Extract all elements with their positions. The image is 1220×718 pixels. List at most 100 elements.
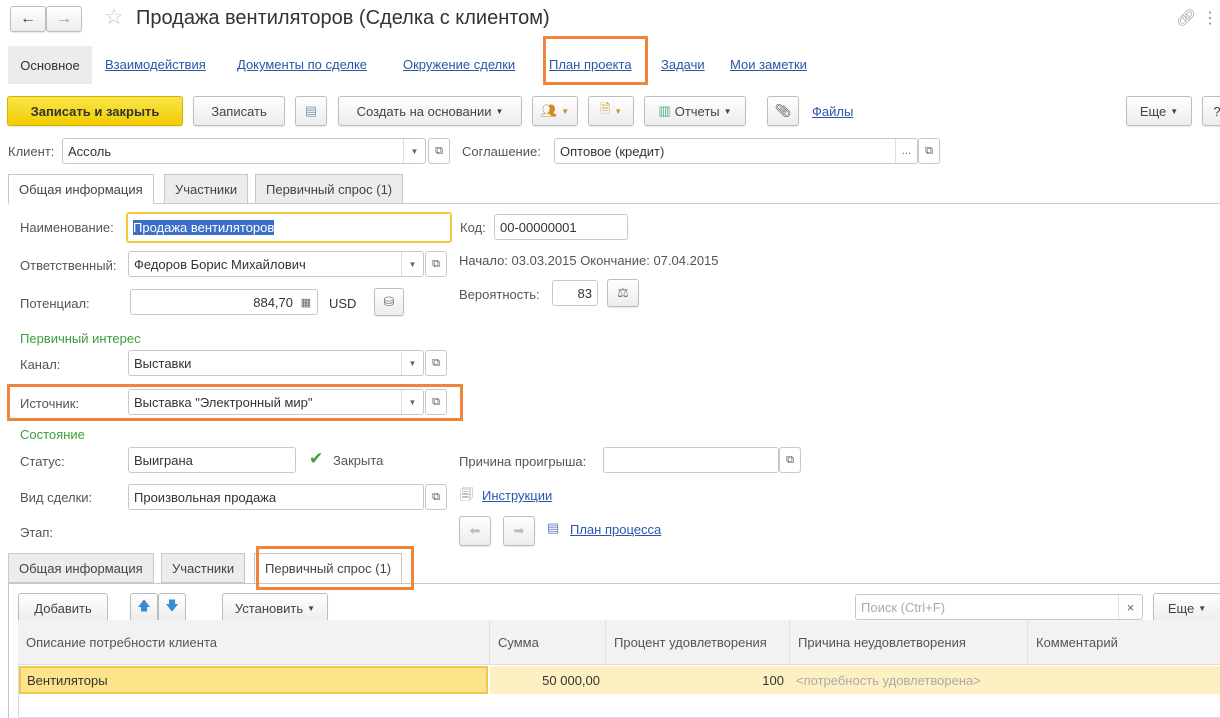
- probability-field[interactable]: 83: [552, 280, 598, 306]
- column-header[interactable]: Сумма: [490, 620, 606, 664]
- channel-label: Канал:: [20, 357, 61, 372]
- prev-stage-button[interactable]: ⬅: [459, 516, 491, 546]
- next-stage-button[interactable]: ➡: [503, 516, 535, 546]
- potential-label: Потенциал:: [20, 296, 90, 311]
- open-icon[interactable]: ⧉: [918, 138, 940, 164]
- tab-general[interactable]: Общая информация: [8, 174, 154, 204]
- status-field: Выиграна: [128, 447, 296, 473]
- add-participants-icon[interactable]: 👥︎ ▼: [532, 96, 578, 126]
- potential-value: 884,70: [253, 294, 293, 310]
- document-icon: 🗐: [460, 487, 473, 502]
- move-down-button[interactable]: 🡇: [158, 593, 186, 623]
- more-button[interactable]: Еще ▼: [1126, 96, 1192, 126]
- source-field[interactable]: Выставка "Электронный мир" ▼: [128, 389, 424, 415]
- cell-percent[interactable]: 100: [606, 666, 790, 694]
- dropdown-icon[interactable]: ▼: [401, 390, 423, 414]
- closed-label: Закрыта: [333, 453, 384, 468]
- cell-comment[interactable]: [1028, 666, 1220, 694]
- name-value: Продажа вентиляторов: [133, 220, 275, 235]
- calculator-icon[interactable]: ▦: [295, 290, 317, 314]
- nav-tab-environment[interactable]: Окружение сделки: [403, 57, 515, 72]
- reports-button[interactable]: ▥ Отчеты ▼: [644, 96, 746, 126]
- open-icon[interactable]: ⧉: [425, 251, 447, 277]
- process-plan-link[interactable]: План процесса: [570, 522, 661, 537]
- channel-value: Выставки: [134, 355, 192, 371]
- window-title: Продажа вентиляторов (Сделка с клиентом): [136, 7, 550, 29]
- potential-field[interactable]: 884,70 ▦: [130, 289, 318, 315]
- dropdown-icon[interactable]: ▼: [403, 139, 425, 163]
- back-button[interactable]: ←: [10, 6, 46, 32]
- stage-label: Этап:: [20, 525, 54, 540]
- add-button[interactable]: Добавить: [18, 593, 108, 623]
- tab-participants[interactable]: Участники: [161, 553, 246, 583]
- link-icon[interactable]: 🔗︎: [1176, 8, 1196, 28]
- open-icon[interactable]: ⧉: [428, 138, 450, 164]
- client-label: Клиент:: [8, 144, 55, 159]
- deal-kind-value: Произвольная продажа: [134, 489, 277, 505]
- deal-kind-field[interactable]: Произвольная продажа: [128, 484, 424, 510]
- tab-general[interactable]: Общая информация: [8, 553, 154, 583]
- column-header[interactable]: Комментарий: [1028, 620, 1220, 664]
- column-header[interactable]: Причина неудовлетворения: [790, 620, 1028, 664]
- nav-tab-tasks[interactable]: Задачи: [661, 57, 705, 72]
- dropdown-icon[interactable]: ▼: [401, 252, 423, 276]
- column-header[interactable]: Процент удовлетворения: [606, 620, 790, 664]
- open-icon[interactable]: ⧉: [425, 350, 447, 376]
- process-plan-icon: ▤: [547, 520, 560, 535]
- probability-calc-button[interactable]: ⚖︎: [607, 279, 639, 307]
- state-group-title: Состояние: [20, 427, 85, 442]
- attach-paperclip-icon[interactable]: 📎︎: [767, 96, 799, 126]
- menu-dots-icon[interactable]: ⋮: [1202, 8, 1218, 28]
- files-link[interactable]: Файлы: [812, 104, 853, 119]
- dropdown-icon[interactable]: ▼: [401, 351, 423, 375]
- tab-participants[interactable]: Участники: [164, 174, 249, 204]
- column-header[interactable]: Описание потребности клиента: [18, 620, 490, 664]
- agreement-value: Оптовое (кредит): [560, 143, 665, 159]
- currency-convert-button[interactable]: ⛁: [374, 288, 404, 316]
- search-placeholder: Поиск (Ctrl+F): [861, 599, 946, 615]
- status-label: Статус:: [20, 454, 65, 469]
- tab-primary-demand[interactable]: Первичный спрос (1): [255, 174, 404, 204]
- agreement-field[interactable]: Оптовое (кредит)...: [554, 138, 918, 164]
- source-label: Источник:: [20, 396, 80, 411]
- panel-border: [8, 583, 9, 718]
- loss-reason-field[interactable]: [603, 447, 779, 473]
- save-close-button[interactable]: Записать и закрыть: [7, 96, 183, 126]
- favorite-star-icon[interactable]: ☆: [104, 4, 124, 30]
- table-more-button[interactable]: Еще ▼: [1153, 593, 1220, 623]
- code-field[interactable]: 00-00000001: [494, 214, 628, 240]
- name-field[interactable]: Продажа вентиляторов: [126, 212, 452, 243]
- clear-search-button[interactable]: ×: [1118, 595, 1142, 619]
- open-icon[interactable]: ⧉: [779, 447, 801, 473]
- cell-description[interactable]: Вентиляторы: [19, 666, 488, 694]
- cell-reason[interactable]: <потребность удовлетворена>: [790, 666, 1028, 694]
- closed-checkbox[interactable]: ✔: [309, 450, 326, 467]
- open-icon[interactable]: ⧉: [425, 389, 447, 415]
- nav-tab-main[interactable]: Основное: [8, 46, 92, 84]
- currency-label: USD: [329, 296, 357, 311]
- instructions-link[interactable]: Инструкции: [482, 488, 552, 503]
- help-button[interactable]: ?: [1202, 96, 1220, 126]
- client-value: Ассоль: [68, 143, 112, 159]
- channel-field[interactable]: Выставки ▼: [128, 350, 424, 376]
- move-up-button[interactable]: 🡅: [130, 593, 158, 623]
- set-button[interactable]: Установить ▼: [222, 593, 328, 623]
- responsible-field[interactable]: Федоров Борис Михайлович ▼: [128, 251, 424, 277]
- schedule-doc-icon[interactable]: 🗎 ▼: [588, 96, 634, 126]
- client-field[interactable]: Ассоль ▼: [62, 138, 426, 164]
- document-list-icon[interactable]: ▤: [295, 96, 327, 126]
- nav-tab-notes[interactable]: Мои заметки: [730, 57, 807, 72]
- tab-primary-demand[interactable]: Первичный спрос (1): [254, 553, 403, 583]
- search-input[interactable]: Поиск (Ctrl+F) ×: [855, 594, 1143, 620]
- cell-sum[interactable]: 50 000,00: [490, 666, 606, 694]
- create-based-label: Создать на основании: [356, 103, 492, 119]
- open-icon[interactable]: ⧉: [425, 484, 447, 510]
- create-based-button[interactable]: Создать на основании ▼: [338, 96, 522, 126]
- nav-tab-documents[interactable]: Документы по сделке: [237, 57, 367, 72]
- nav-tab-interactions[interactable]: Взаимодействия: [105, 57, 206, 72]
- nav-tab-project-plan[interactable]: План проекта: [549, 57, 632, 72]
- reports-label: Отчеты: [674, 103, 720, 119]
- select-more-button[interactable]: ...: [895, 139, 917, 163]
- save-button[interactable]: Записать: [193, 96, 285, 126]
- forward-button[interactable]: →: [46, 6, 82, 32]
